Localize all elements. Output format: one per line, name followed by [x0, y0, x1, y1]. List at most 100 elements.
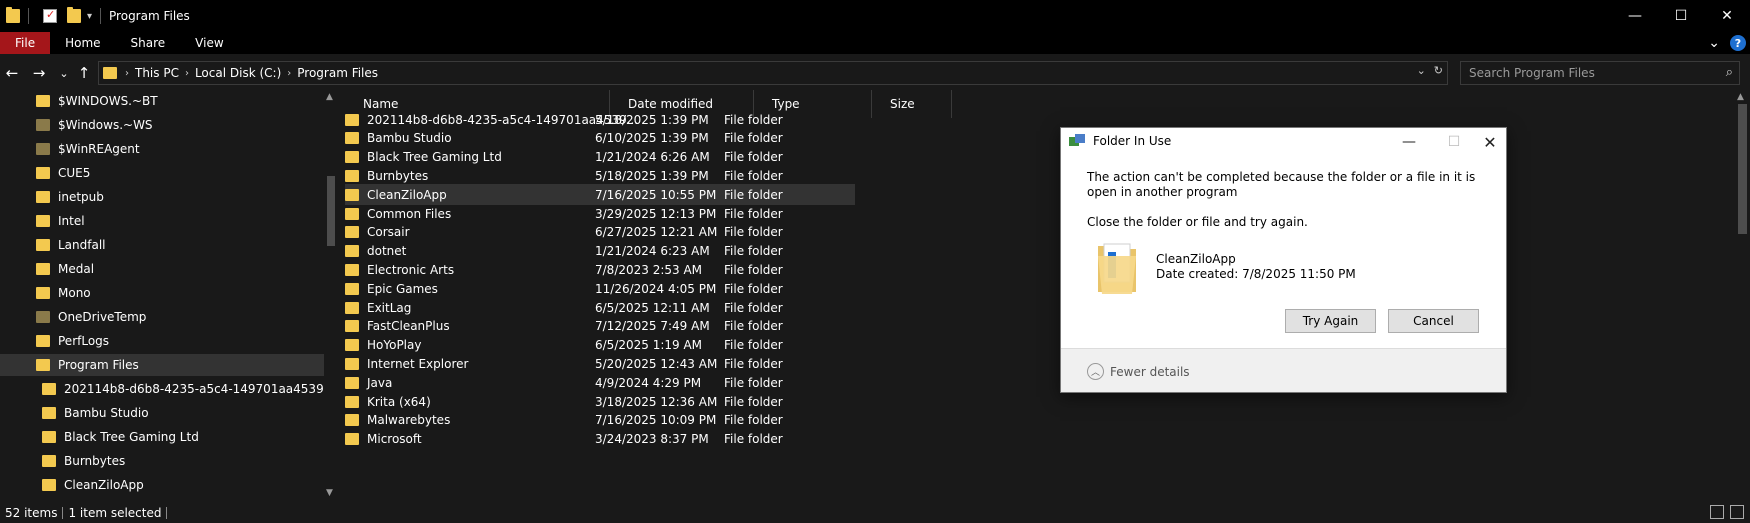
expand-ribbon-icon[interactable]: ⌄	[1708, 35, 1720, 51]
sort-ascending-icon: ^	[485, 90, 493, 94]
file-name-cell: FastCleanPlus	[345, 319, 450, 333]
folder-icon	[36, 311, 50, 323]
tree-item-program-files[interactable]: Program Files	[0, 354, 324, 376]
fewer-details-toggle[interactable]: ︿ Fewer details	[1087, 363, 1190, 380]
file-name-cell: Microsoft	[345, 432, 422, 446]
folder-icon	[345, 414, 359, 427]
scroll-thumb[interactable]	[327, 176, 335, 246]
address-bar[interactable]: › This PC › Local Disk (C:) › Program Fi…	[98, 61, 1448, 85]
locked-item-date: Date created: 7/8/2025 11:50 PM	[1156, 267, 1356, 281]
tree-item-burnbytes[interactable]: Burnbytes	[42, 450, 125, 472]
breadcrumb-local-disk[interactable]: Local Disk (C:)	[191, 66, 285, 80]
tree-item-inetpub[interactable]: inetpub	[36, 186, 104, 208]
folder-icon	[42, 479, 56, 491]
file-name-cell: Common Files	[345, 207, 451, 221]
item-count: 52 items	[0, 506, 64, 519]
folder-icon	[42, 455, 56, 467]
folder-icon	[1098, 243, 1136, 294]
search-box[interactable]: ⌕	[1460, 61, 1740, 85]
properties-icon[interactable]	[43, 8, 57, 23]
breadcrumb-program-files[interactable]: Program Files	[293, 66, 382, 80]
search-icon[interactable]: ⌕	[1726, 65, 1733, 80]
folder-icon	[345, 320, 359, 333]
tree-item-landfall[interactable]: Landfall	[36, 234, 106, 256]
tree-item-windows-bt[interactable]: $WINDOWS.~BT	[36, 90, 158, 112]
date-created-label: Date created:	[1156, 267, 1239, 281]
dialog-message: The action can't be completed because th…	[1087, 170, 1476, 199]
details-view-icon[interactable]	[1710, 505, 1724, 519]
up-button[interactable]: ↑	[72, 61, 96, 85]
file-name-cell: Internet Explorer	[345, 357, 468, 371]
try-again-button[interactable]: Try Again	[1285, 309, 1376, 333]
tab-file[interactable]: File	[0, 32, 51, 54]
dialog-hint: Close the folder or file and try again.	[1087, 215, 1308, 229]
file-name: FastCleanPlus	[367, 319, 450, 334]
folder-icon	[345, 207, 359, 220]
tab-view[interactable]: View	[180, 32, 238, 54]
folder-icon	[345, 376, 359, 389]
column-size[interactable]: Size	[872, 90, 952, 118]
breadcrumb-separator: ›	[125, 67, 129, 79]
tree-item-medal[interactable]: Medal	[36, 258, 94, 280]
file-name-cell: CleanZiloApp	[345, 188, 447, 202]
file-date: 5/20/2025 12:43 AM	[595, 356, 718, 371]
breadcrumb-this-pc[interactable]: This PC	[131, 66, 183, 80]
cancel-button[interactable]: Cancel	[1388, 309, 1479, 333]
folder-icon	[345, 282, 359, 295]
file-name-cell: dotnet	[345, 244, 406, 258]
tree-item-202114b8[interactable]: 202114b8-d6b8-4235-a5c4-149701aa4539-v99…	[42, 378, 324, 400]
file-type: File folder	[724, 319, 783, 334]
file-name: CleanZiloApp	[367, 187, 447, 202]
refresh-icon[interactable]: ↻	[1434, 64, 1443, 77]
file-date: 5/18/2025 1:39 PM	[595, 168, 709, 183]
folder-icon	[36, 167, 50, 179]
dialog-footer: ︿ Fewer details	[1061, 348, 1506, 392]
folder-icon	[345, 263, 359, 276]
address-dropdown-icon[interactable]: ⌄	[1417, 64, 1426, 77]
tree-item-bambu-studio[interactable]: Bambu Studio	[42, 402, 149, 424]
folder-icon	[42, 383, 56, 395]
tree-item-onedrivetemp[interactable]: OneDriveTemp	[36, 306, 146, 328]
back-button[interactable]: ←	[0, 61, 24, 85]
large-icons-view-icon[interactable]	[1730, 505, 1744, 519]
file-row[interactable]: Microsoft 3/24/2023 8:37 PM File folder	[345, 429, 855, 450]
tab-home[interactable]: Home	[50, 32, 115, 54]
file-list-scrollbar[interactable]: ▲	[1735, 90, 1750, 502]
file-type: File folder	[724, 281, 783, 296]
file-type: File folder	[724, 375, 783, 390]
help-icon[interactable]: ?	[1730, 35, 1746, 51]
navigation-scrollbar[interactable]: ▲ ▼	[324, 90, 338, 502]
search-input[interactable]	[1469, 66, 1709, 80]
customize-toolbar-icon[interactable]: ▾	[87, 11, 92, 22]
file-type: File folder	[724, 150, 783, 165]
dialog-close-button[interactable]: ✕	[1475, 132, 1505, 152]
dialog-minimize-button[interactable]: —	[1394, 132, 1424, 152]
folder-icon[interactable]	[6, 7, 20, 23]
tree-item-cleanziloapp[interactable]: CleanZiloApp	[42, 474, 144, 496]
dialog-title-bar: Folder In Use	[1069, 134, 1171, 148]
tree-item-mono[interactable]: Mono	[36, 282, 91, 304]
file-type: File folder	[724, 206, 783, 221]
tree-item-windows-ws[interactable]: $Windows.~WS	[36, 114, 153, 136]
tree-item-intel[interactable]: Intel	[36, 210, 85, 232]
tree-item-winreagent[interactable]: $WinREAgent	[36, 138, 140, 160]
tree-item-cue5[interactable]: CUE5	[36, 162, 90, 184]
tree-item-black-tree-gaming[interactable]: Black Tree Gaming Ltd	[42, 426, 199, 448]
fewer-details-label: Fewer details	[1110, 364, 1190, 379]
forward-button[interactable]: →	[27, 61, 51, 85]
tree-item-perflogs[interactable]: PerfLogs	[36, 330, 109, 352]
ribbon-right-tools: ⌄ ?	[1708, 32, 1746, 54]
scroll-up-arrow[interactable]: ▲	[1737, 92, 1744, 102]
tab-share[interactable]: Share	[116, 32, 181, 54]
scroll-up-arrow[interactable]: ▲	[326, 92, 333, 102]
folder-icon	[345, 151, 359, 164]
minimize-button[interactable]: —	[1612, 0, 1658, 32]
close-button[interactable]: ✕	[1704, 0, 1750, 32]
maximize-button[interactable]: ☐	[1658, 0, 1704, 32]
new-folder-icon[interactable]	[67, 7, 81, 23]
file-name-cell: Black Tree Gaming Ltd	[345, 150, 502, 164]
scroll-thumb[interactable]	[1738, 104, 1747, 234]
scroll-down-arrow[interactable]: ▼	[326, 488, 333, 498]
folder-icon	[103, 67, 117, 79]
file-name-cell: Corsair	[345, 225, 410, 239]
